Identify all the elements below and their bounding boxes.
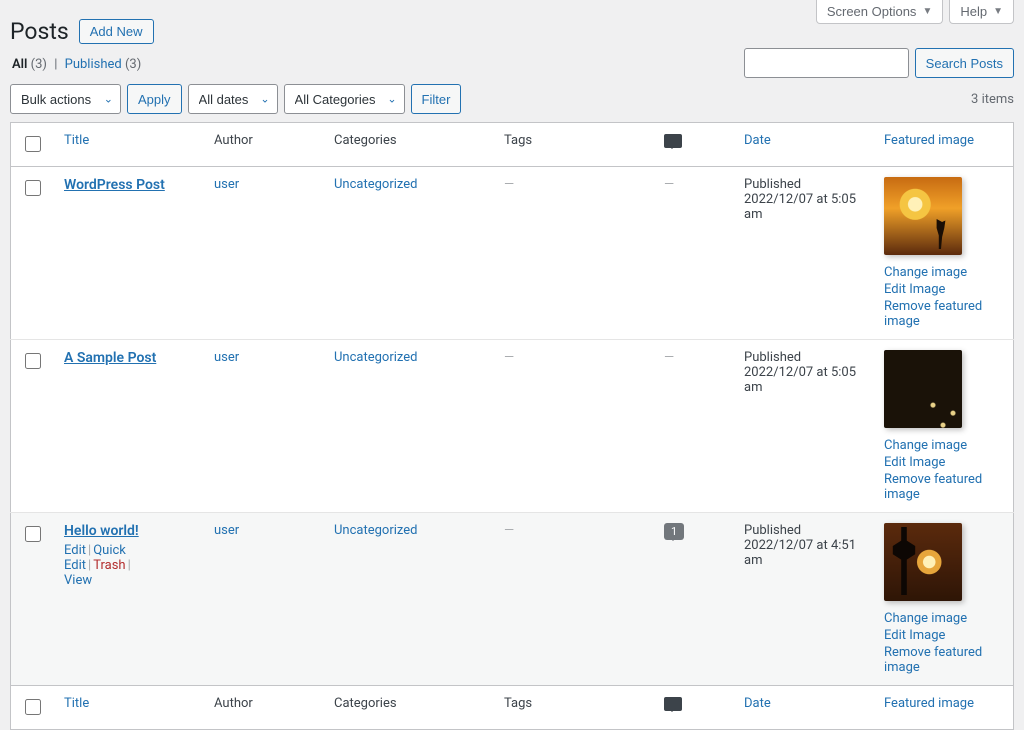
col-title-bottom[interactable]: Title (64, 696, 89, 711)
change-image-link[interactable]: Change image (884, 611, 1003, 626)
page-title: Posts (10, 18, 69, 45)
no-tags: — (504, 523, 514, 538)
col-categories: Categories (324, 123, 494, 167)
author-link[interactable]: user (214, 523, 239, 538)
comment-icon[interactable] (664, 134, 682, 148)
post-title-link[interactable]: Hello world! (64, 523, 139, 539)
col-date[interactable]: Date (744, 133, 771, 148)
featured-thumbnail[interactable] (884, 177, 962, 255)
comment-count-bubble[interactable]: 1 (664, 523, 684, 540)
post-date: 2022/12/07 at 4:51 am (744, 538, 864, 568)
post-status: Published (744, 523, 864, 538)
featured-thumbnail[interactable] (884, 350, 962, 428)
remove-featured-link[interactable]: Remove featured image (884, 645, 1003, 675)
trash-link[interactable]: Trash (93, 558, 125, 573)
table-row: A Sample Post user Uncategorized — — Publishe… (11, 340, 1014, 513)
no-tags: — (504, 350, 514, 365)
col-tags: Tags (494, 123, 654, 167)
items-count: 3 items (971, 92, 1014, 107)
search-posts-button[interactable]: Search Posts (915, 48, 1014, 78)
add-new-button[interactable]: Add New (79, 19, 154, 44)
filter-all[interactable]: All (3) (12, 57, 50, 72)
categories-select[interactable]: All Categories (284, 84, 405, 114)
chevron-down-icon: ▼ (993, 6, 1003, 17)
category-link[interactable]: Uncategorized (334, 177, 417, 192)
post-title-link[interactable]: WordPress Post (64, 177, 165, 193)
screen-options-button[interactable]: Screen Options ▼ (816, 0, 944, 24)
bulk-actions-select[interactable]: Bulk actions (10, 84, 121, 114)
edit-link[interactable]: Edit (64, 543, 86, 558)
remove-featured-link[interactable]: Remove featured image (884, 299, 1003, 329)
apply-button[interactable]: Apply (127, 84, 182, 114)
view-link[interactable]: View (64, 573, 92, 588)
category-link[interactable]: Uncategorized (334, 350, 417, 365)
filter-published[interactable]: Published (3) (65, 57, 142, 72)
change-image-link[interactable]: Change image (884, 265, 1003, 280)
col-featured[interactable]: Featured image (884, 133, 974, 148)
post-date: 2022/12/07 at 5:05 am (744, 365, 864, 395)
col-tags-bottom: Tags (494, 686, 654, 730)
help-label: Help (960, 4, 987, 19)
col-date-bottom[interactable]: Date (744, 696, 771, 711)
row-checkbox[interactable] (25, 526, 41, 542)
edit-image-link[interactable]: Edit Image (884, 628, 1003, 643)
col-title[interactable]: Title (64, 133, 89, 148)
edit-image-link[interactable]: Edit Image (884, 282, 1003, 297)
row-checkbox[interactable] (25, 353, 41, 369)
col-author: Author (204, 123, 324, 167)
edit-image-link[interactable]: Edit Image (884, 455, 1003, 470)
table-row: Hello world! Edit|Quick Edit|Trash|View us… (11, 513, 1014, 686)
comment-icon[interactable] (664, 697, 682, 711)
post-status: Published (744, 350, 864, 365)
post-status: Published (744, 177, 864, 192)
change-image-link[interactable]: Change image (884, 438, 1003, 453)
row-actions: Edit|Quick Edit|Trash|View (64, 543, 194, 588)
no-tags: — (504, 177, 514, 192)
category-link[interactable]: Uncategorized (334, 523, 417, 538)
row-checkbox[interactable] (25, 180, 41, 196)
author-link[interactable]: user (214, 350, 239, 365)
select-all-checkbox-bottom[interactable] (25, 699, 41, 715)
featured-thumbnail[interactable] (884, 523, 962, 601)
help-button[interactable]: Help ▼ (949, 0, 1014, 24)
search-input[interactable] (744, 48, 909, 78)
post-date: 2022/12/07 at 5:05 am (744, 192, 864, 222)
post-title-link[interactable]: A Sample Post (64, 350, 156, 366)
posts-table: Title Author Categories Tags Date Featur… (10, 122, 1014, 730)
filter-button[interactable]: Filter (411, 84, 462, 114)
col-categories-bottom: Categories (324, 686, 494, 730)
chevron-down-icon: ▼ (922, 6, 932, 17)
no-comments: — (664, 350, 674, 365)
select-all-checkbox[interactable] (25, 136, 41, 152)
col-featured-bottom[interactable]: Featured image (884, 696, 974, 711)
author-link[interactable]: user (214, 177, 239, 192)
remove-featured-link[interactable]: Remove featured image (884, 472, 1003, 502)
table-row: WordPress Post user Uncategorized — — Publish… (11, 167, 1014, 340)
no-comments: — (664, 177, 674, 192)
dates-select[interactable]: All dates (188, 84, 278, 114)
col-author-bottom: Author (204, 686, 324, 730)
screen-options-label: Screen Options (827, 4, 917, 19)
